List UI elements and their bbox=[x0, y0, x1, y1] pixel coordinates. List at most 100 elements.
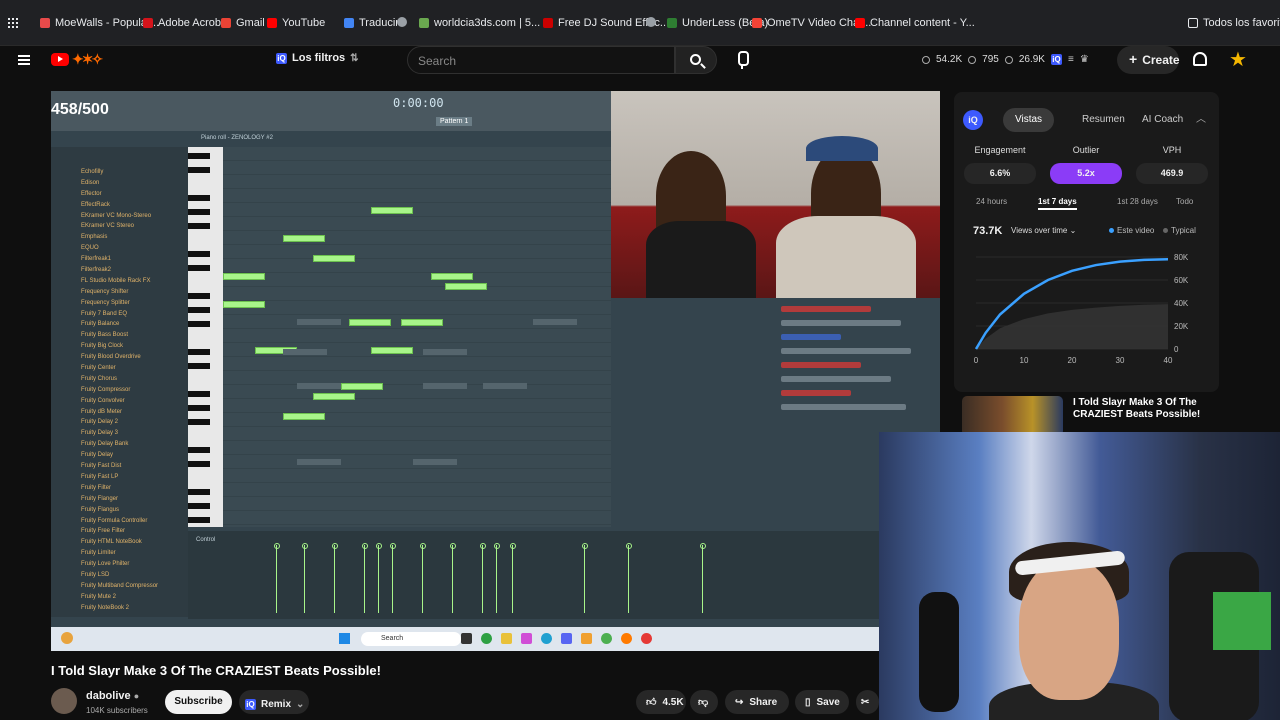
range-all[interactable]: Todo bbox=[1176, 197, 1193, 206]
voice-search-icon[interactable] bbox=[732, 48, 752, 72]
bookmark-worldcia[interactable] bbox=[397, 17, 407, 27]
range-7d[interactable]: 1st 7 days bbox=[1038, 197, 1077, 210]
video-title: I Told Slayr Make 3 Of The CRAZIEST Beat… bbox=[51, 663, 381, 678]
legend-dot-icon bbox=[1109, 228, 1114, 233]
midi-note bbox=[445, 283, 487, 290]
search-input[interactable]: Search bbox=[407, 46, 675, 74]
midi-note bbox=[313, 255, 355, 262]
list-icon[interactable]: ≡ bbox=[1068, 54, 1074, 65]
midi-note bbox=[371, 207, 413, 214]
youtube-header: ✦✶✧ iQ Los filtros ⇅ Search 54.2K 795 26… bbox=[0, 46, 1280, 76]
windows-taskbar: Search bbox=[51, 627, 940, 651]
legend-dot-icon bbox=[1163, 228, 1168, 233]
plugin-list-item: Fruity Delay 3 bbox=[81, 430, 119, 437]
remix-button[interactable]: iQ Remix ⌄ bbox=[239, 690, 309, 714]
velocity-bar bbox=[274, 543, 280, 613]
subscribe-button[interactable]: Subscribe bbox=[165, 690, 232, 714]
range-28d[interactable]: 1st 28 days bbox=[1117, 197, 1158, 206]
ghost-note bbox=[297, 319, 341, 325]
star-avatar-icon[interactable]: ★ bbox=[1229, 47, 1247, 72]
create-button[interactable]: + Create bbox=[1117, 46, 1180, 74]
windows-icon bbox=[339, 633, 350, 644]
plugin-list-item: Frequency Shifter bbox=[81, 288, 129, 295]
like-button[interactable]: 👍︎ 4.5K bbox=[636, 690, 686, 714]
dislike-button[interactable]: 👎︎ bbox=[690, 690, 718, 714]
black-key bbox=[188, 461, 210, 467]
app-icon bbox=[561, 633, 572, 644]
youtube-logo-icon[interactable] bbox=[51, 53, 69, 66]
bookmark-ometv[interactable]: OmeTV Video Chat... bbox=[752, 17, 871, 29]
bookmark-worldcia3ds[interactable]: worldcia3ds.com | 5... bbox=[419, 17, 540, 29]
plugin-list-item: Fruity Balance bbox=[81, 321, 120, 328]
bookmark-gmail[interactable]: Gmail bbox=[221, 17, 265, 29]
app-icon bbox=[641, 633, 652, 644]
eye-icon bbox=[968, 55, 977, 64]
video-player[interactable]: 458/500 0:00:00 Pattern 1 Piano roll - Z… bbox=[51, 91, 940, 651]
plugin-list-item: Fruity Flanger bbox=[81, 495, 119, 502]
iq-extension-icon[interactable]: iQ bbox=[1050, 54, 1062, 65]
plugin-list-item: Fruity Big Clock bbox=[81, 343, 124, 350]
plugin-list-item: Fruity Delay bbox=[81, 452, 114, 459]
globe-icon bbox=[646, 17, 656, 27]
recommended-title[interactable]: I Told Slayr Make 3 Of The CRAZIEST Beat… bbox=[1073, 397, 1203, 421]
channel-name[interactable]: dabolive ● bbox=[86, 690, 139, 702]
tab-ai-coach[interactable]: AI Coach bbox=[1130, 108, 1195, 132]
views-selector[interactable]: Views over time ⌄ bbox=[1011, 226, 1076, 235]
channel-avatar[interactable] bbox=[51, 688, 77, 714]
black-key bbox=[188, 447, 210, 453]
scissors-icon: ✂ bbox=[861, 696, 870, 708]
search-button[interactable] bbox=[675, 46, 717, 74]
midi-note bbox=[223, 301, 265, 308]
share-icon: ↪ bbox=[735, 696, 744, 708]
plugin-list-item: Fruity NoteBook 2 bbox=[81, 604, 130, 611]
plugin-list-item: Fruity 7 Band EQ bbox=[81, 310, 128, 317]
black-key bbox=[188, 391, 210, 397]
tab-vistas[interactable]: Vistas bbox=[1003, 108, 1055, 132]
collapse-icon[interactable]: ︿ bbox=[1196, 110, 1206, 125]
app-icon bbox=[461, 633, 472, 644]
verified-icon: ● bbox=[133, 691, 140, 701]
clip-button[interactable]: ✂ bbox=[856, 690, 879, 714]
recommended-thumbnail[interactable] bbox=[962, 396, 1063, 436]
dj-icon bbox=[543, 18, 553, 28]
underless-icon bbox=[667, 18, 677, 28]
app-icon bbox=[481, 633, 492, 644]
piano-roll-grid bbox=[223, 147, 611, 527]
tab-resumen[interactable]: Resumen bbox=[1070, 108, 1137, 132]
midi-note bbox=[401, 319, 443, 326]
bookmarks-folder[interactable]: Todos los favoritos bbox=[1188, 17, 1280, 29]
sliders-icon: ⇅ bbox=[350, 52, 359, 64]
bookmark-acrobat[interactable]: Adobe Acrobat bbox=[143, 17, 230, 29]
apps-grid-icon[interactable] bbox=[8, 18, 18, 28]
menu-icon[interactable] bbox=[18, 55, 30, 65]
save-button[interactable]: ▯ Save bbox=[795, 690, 849, 714]
subs-icon bbox=[1004, 55, 1013, 64]
black-key bbox=[188, 489, 210, 495]
worldcia-icon bbox=[419, 18, 429, 28]
share-button[interactable]: ↪ Share bbox=[725, 690, 789, 714]
creeper-prop bbox=[1213, 592, 1271, 650]
y-tick-label: 0 bbox=[1174, 345, 1179, 354]
black-key bbox=[188, 321, 210, 327]
plugin-list-item: Filterfreak2 bbox=[81, 267, 112, 274]
range-24h[interactable]: 24 hours bbox=[976, 197, 1007, 206]
plugin-list-item: Effector bbox=[81, 190, 102, 197]
plugin-list-item: Edison bbox=[81, 179, 100, 186]
bookmarks-bar: MoeWalls - Popular... Adobe Acrobat Gmai… bbox=[0, 0, 1280, 46]
bookmark-youtube[interactable]: YouTube bbox=[267, 17, 325, 29]
trophy-icon[interactable]: ♛ bbox=[1080, 54, 1089, 65]
plugin-list-item: EQUO bbox=[81, 245, 99, 252]
filters-button[interactable]: iQ Los filtros ⇅ bbox=[276, 52, 359, 64]
velocity-bar bbox=[582, 543, 588, 613]
microphone-prop bbox=[919, 592, 959, 712]
notifications-icon[interactable] bbox=[1193, 52, 1207, 66]
ghost-note bbox=[283, 349, 327, 355]
velocity-bar bbox=[420, 543, 426, 613]
x-tick-label: 10 bbox=[1020, 356, 1029, 365]
bookmark-traducir[interactable]: Traducir bbox=[344, 17, 399, 29]
bookmark-moewalls[interactable]: MoeWalls - Popular... bbox=[40, 17, 159, 29]
bookmark-channel-content[interactable]: Channel content - Y... bbox=[855, 17, 975, 29]
bookmark-globe2[interactable] bbox=[646, 17, 656, 27]
vph-value: 469.9 bbox=[1136, 163, 1208, 184]
iq-icon: iQ bbox=[276, 52, 287, 64]
